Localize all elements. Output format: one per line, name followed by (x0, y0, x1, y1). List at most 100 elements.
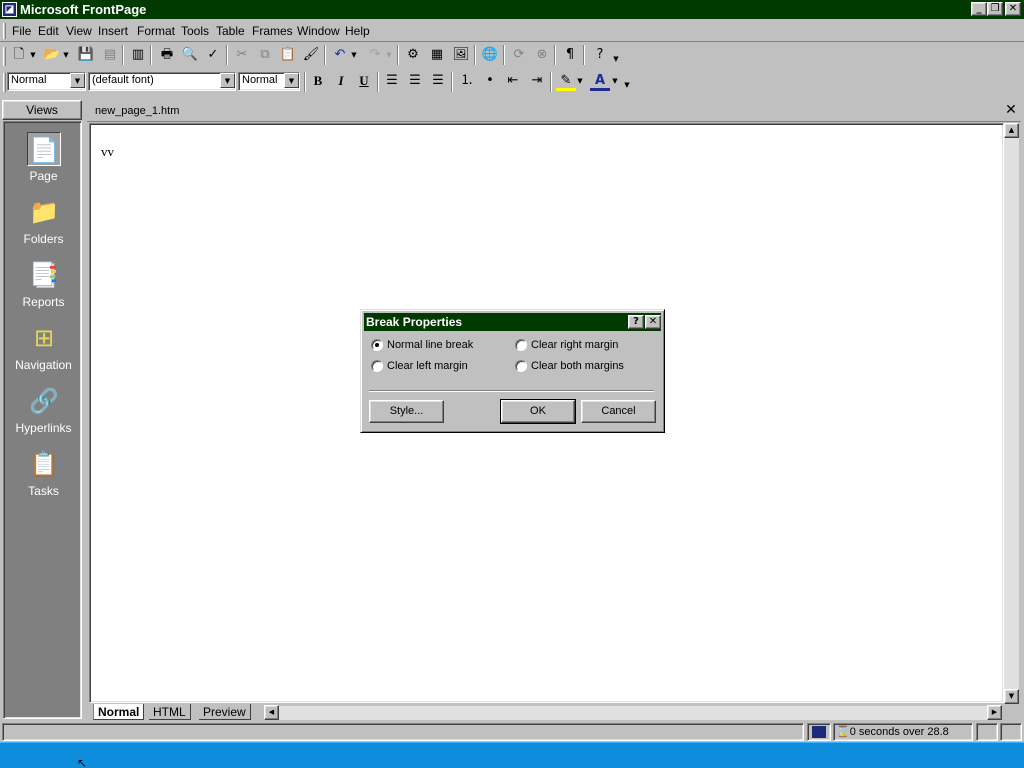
ok-button[interactable]: OK (500, 399, 576, 424)
view-item-tasks[interactable]: 📋 Tasks (4, 441, 83, 504)
tab-preview[interactable]: Preview (199, 704, 251, 720)
decrease-indent-icon[interactable]: ⇤ (503, 71, 523, 91)
menu-window[interactable]: Window (297, 24, 340, 38)
align-right-icon[interactable]: ☰ (428, 71, 448, 91)
dialog-title-bar[interactable]: Break Properties ? ✕ (364, 313, 661, 331)
tab-normal[interactable]: Normal (93, 704, 145, 720)
view-item-navigation[interactable]: ⊞ Navigation (4, 315, 83, 378)
preview-in-browser-icon[interactable]: 🔍 (180, 45, 200, 65)
vertical-scrollbar[interactable]: ▲ ▼ (1004, 123, 1019, 705)
standard-toolbar-grip[interactable] (3, 47, 6, 66)
format-painter-icon[interactable]: 🖌 (301, 45, 321, 65)
menu-tools[interactable]: Tools (181, 24, 209, 38)
scroll-right-icon[interactable]: ▶ (987, 705, 1002, 720)
download-time-pane: ⌛0 seconds over 28.8 (833, 723, 973, 741)
hyperlink-icon[interactable]: 🌐 (480, 45, 500, 65)
increase-indent-icon[interactable]: ⇥ (527, 71, 547, 91)
highlight-color-icon[interactable]: ✎ (556, 71, 576, 91)
style-button[interactable]: Style... (369, 400, 444, 423)
show-all-icon[interactable]: ¶ (560, 45, 580, 65)
formatting-toolbar-grip[interactable] (3, 73, 6, 92)
chevron-down-icon[interactable]: ▼ (70, 73, 85, 88)
folder-list-icon[interactable]: ▥ (128, 45, 148, 65)
scroll-up-icon[interactable]: ▲ (1004, 123, 1019, 138)
style-combo[interactable]: Normal ▼ (7, 72, 86, 91)
toolbar-options-arrow[interactable]: ▼ (623, 75, 631, 95)
print-icon[interactable]: 🖶 (157, 45, 177, 65)
menu-insert[interactable]: Insert (98, 24, 128, 38)
new-dropdown-arrow[interactable]: ▼ (29, 45, 37, 65)
toolbar-separator (451, 72, 453, 92)
chevron-down-icon[interactable]: ▼ (284, 73, 299, 88)
radio-unselected-icon (371, 360, 383, 372)
underline-button[interactable]: U (354, 71, 374, 91)
scroll-down-icon[interactable]: ▼ (1004, 689, 1019, 704)
redo-icon[interactable]: ↷ (365, 45, 385, 65)
page-content-text[interactable]: vv (101, 144, 114, 160)
italic-button[interactable]: I (331, 71, 351, 91)
menu-edit[interactable]: Edit (38, 24, 59, 38)
radio-label: Clear left margin (387, 360, 468, 372)
redo-dropdown-arrow[interactable]: ▼ (385, 45, 393, 65)
dialog-help-button[interactable]: ? (628, 315, 644, 329)
menu-format[interactable]: Format (137, 24, 175, 38)
toolbar-separator (377, 72, 379, 92)
close-document-icon[interactable]: ✕ (1003, 102, 1019, 118)
highlight-dropdown-arrow[interactable]: ▼ (576, 71, 584, 91)
new-page-icon[interactable]: 🗋 (9, 45, 29, 65)
menu-bar-grip[interactable] (3, 23, 6, 39)
view-item-reports[interactable]: 📑 Reports (4, 252, 83, 315)
horizontal-scrollbar[interactable] (279, 706, 987, 720)
menu-table[interactable]: Table (216, 24, 245, 38)
menu-frames[interactable]: Frames (252, 24, 293, 38)
align-center-icon[interactable]: ☰ (405, 71, 425, 91)
view-item-hyperlinks[interactable]: 🔗 Hyperlinks (4, 378, 83, 441)
chevron-down-icon[interactable]: ▼ (220, 73, 235, 88)
spelling-icon[interactable]: ✓ (203, 45, 223, 65)
undo-icon[interactable]: ↶ (330, 45, 350, 65)
minimize-button[interactable]: _ (971, 2, 987, 16)
font-combo[interactable]: (default font) ▼ (88, 72, 236, 91)
frontpage-app-icon[interactable]: ◪ (2, 2, 17, 17)
toolbar-options-arrow[interactable]: ▼ (612, 49, 620, 69)
bold-button[interactable]: B (308, 71, 328, 91)
paste-icon[interactable]: 📋 (278, 45, 298, 65)
taskbar[interactable] (0, 742, 1024, 768)
bullet-list-icon[interactable]: • (480, 71, 500, 91)
insert-picture-icon[interactable]: 🖼 (451, 45, 471, 65)
open-dropdown-arrow[interactable]: ▼ (62, 45, 70, 65)
toolbar-separator (226, 45, 228, 65)
document-filename[interactable]: new_page_1.htm (95, 105, 179, 117)
menu-help[interactable]: Help (345, 24, 370, 38)
dialog-title: Break Properties (366, 315, 463, 329)
undo-dropdown-arrow[interactable]: ▼ (350, 45, 358, 65)
font-size-combo[interactable]: Normal ▼ (238, 72, 300, 91)
align-left-icon[interactable]: ☰ (382, 71, 402, 91)
insert-component-icon[interactable]: ⚙ (403, 45, 423, 65)
title-bar[interactable]: ◪ Microsoft FrontPage _ ❐ ✕ (0, 0, 1024, 19)
restore-button[interactable]: ❐ (987, 2, 1003, 16)
scroll-left-icon[interactable]: ◀ (264, 705, 279, 720)
dialog-close-button[interactable]: ✕ (645, 315, 661, 329)
cut-icon[interactable]: ✂ (232, 45, 252, 65)
status-bar: ⌛0 seconds over 28.8 (0, 722, 1024, 741)
refresh-icon[interactable]: ⟳ (509, 45, 529, 65)
menu-view[interactable]: View (66, 24, 92, 38)
views-header: Views (2, 100, 82, 120)
stop-icon[interactable]: ⊗ (532, 45, 552, 65)
save-icon[interactable]: 💾 (76, 45, 96, 65)
close-button[interactable]: ✕ (1005, 2, 1021, 16)
tab-html[interactable]: HTML (149, 704, 191, 720)
open-folder-icon[interactable]: 📂 (42, 45, 62, 65)
view-item-page[interactable]: 📄 Page (4, 126, 83, 189)
numbered-list-icon[interactable]: ⒈ (457, 71, 477, 91)
view-item-folders[interactable]: 📁 Folders (4, 189, 83, 252)
font-color-icon[interactable]: A (590, 71, 610, 91)
insert-table-icon[interactable]: ▦ (427, 45, 447, 65)
cancel-button[interactable]: Cancel (581, 400, 656, 423)
copy-icon[interactable]: ⧉ (255, 45, 275, 65)
help-icon[interactable]: ? (590, 45, 610, 65)
menu-file[interactable]: File (12, 24, 31, 38)
publish-icon[interactable]: ▤ (100, 45, 120, 65)
font-color-dropdown-arrow[interactable]: ▼ (611, 71, 619, 91)
